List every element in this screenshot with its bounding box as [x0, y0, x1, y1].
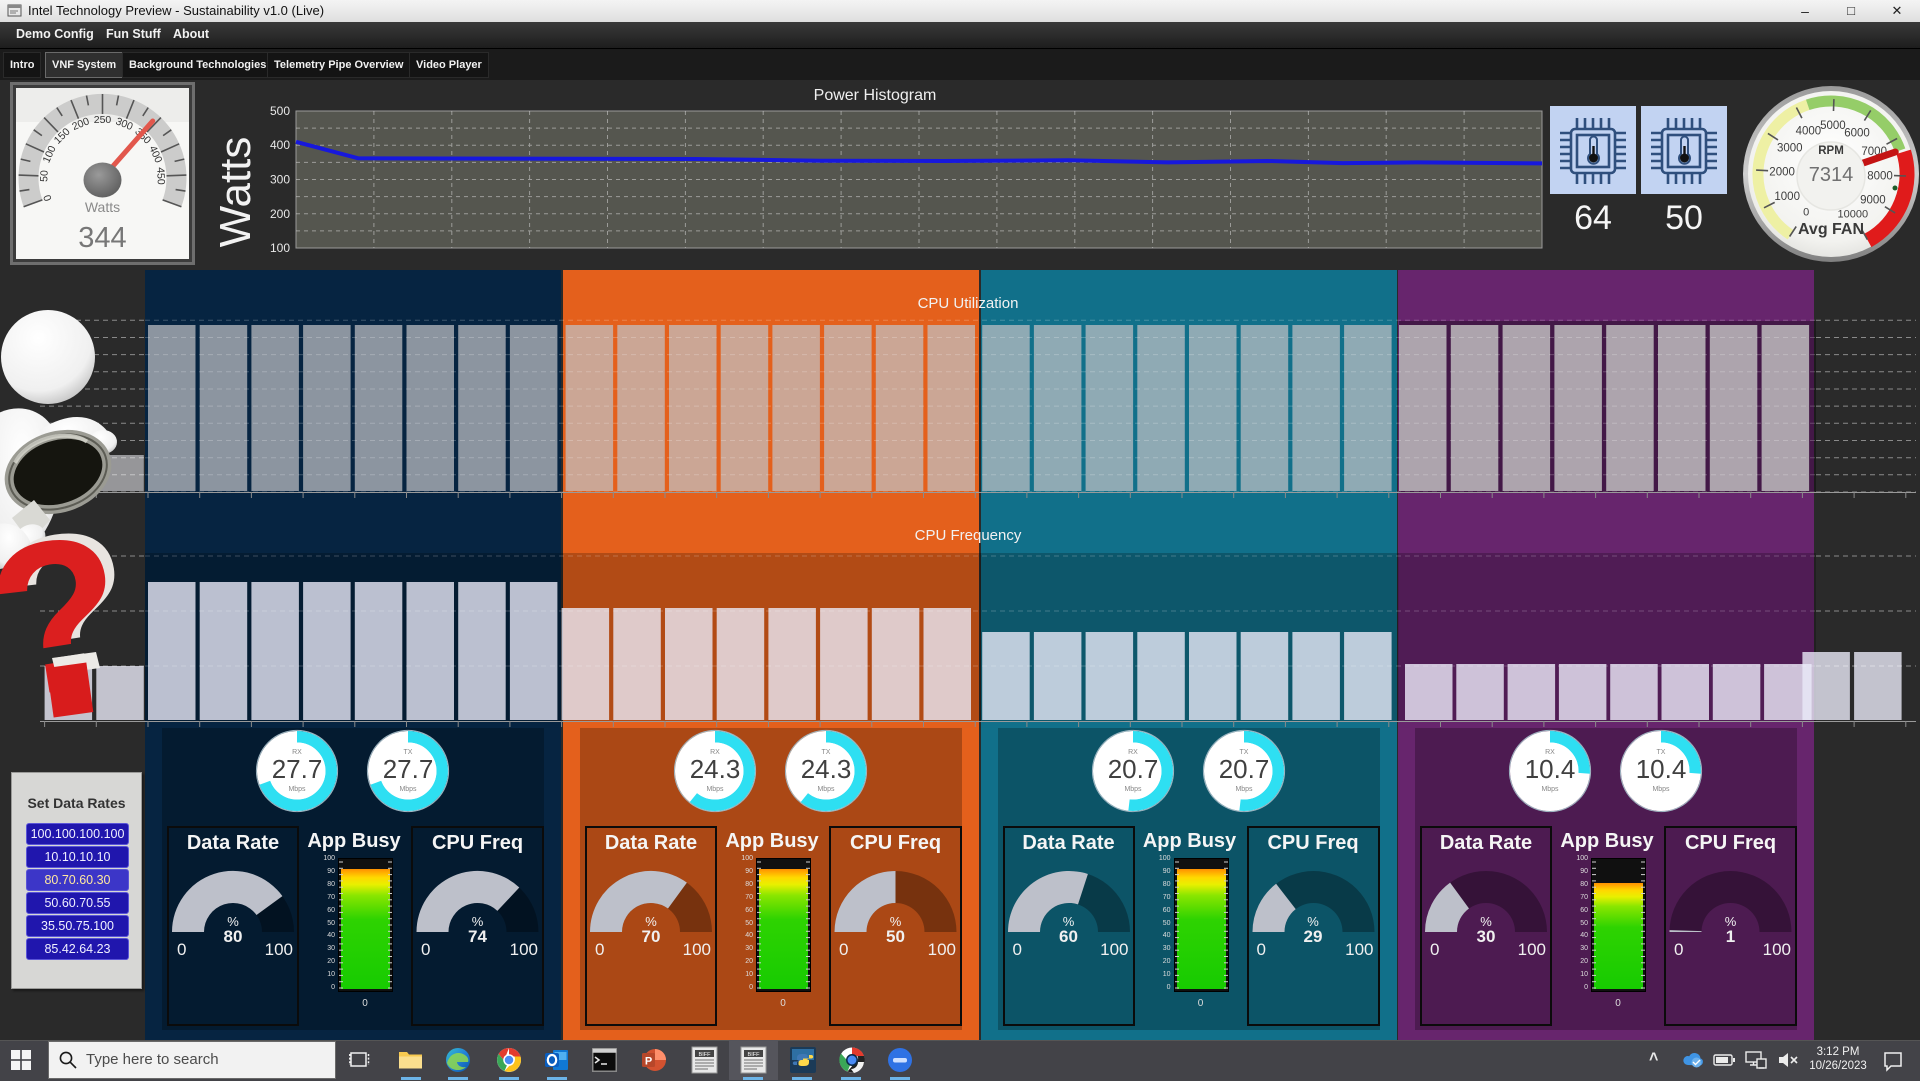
- svg-text:5000: 5000: [1820, 120, 1846, 132]
- svg-text:3000: 3000: [1777, 143, 1803, 155]
- svg-text:RPM: RPM: [1818, 145, 1844, 157]
- svg-text:50: 50: [38, 170, 50, 182]
- svg-text:300: 300: [270, 173, 290, 187]
- svg-text:27.7: 27.7: [272, 754, 323, 784]
- svg-text:10.4: 10.4: [1525, 754, 1576, 784]
- svg-text:10000: 10000: [1838, 208, 1869, 220]
- svg-text:BIFF: BIFF: [748, 1052, 761, 1058]
- svg-text:0: 0: [1803, 207, 1809, 219]
- svg-text:200: 200: [270, 207, 290, 221]
- svg-text:500: 500: [270, 104, 290, 118]
- svg-text:P: P: [645, 1056, 652, 1068]
- svg-text:1000: 1000: [1774, 191, 1800, 203]
- svg-text:20.7: 20.7: [1107, 754, 1158, 784]
- svg-text:20.7: 20.7: [1218, 754, 1269, 784]
- svg-text:Mbps: Mbps: [399, 786, 417, 793]
- svg-text:250: 250: [94, 114, 112, 126]
- svg-text:Mbps: Mbps: [288, 786, 306, 793]
- svg-text:Mbps: Mbps: [1652, 786, 1670, 793]
- svg-text:CPU Frequency: CPU Frequency: [915, 527, 1022, 544]
- svg-text:Mbps: Mbps: [1541, 786, 1559, 793]
- svg-text:9000: 9000: [1860, 194, 1886, 206]
- svg-text:Mbps: Mbps: [1235, 786, 1253, 793]
- svg-text:Watts: Watts: [85, 199, 120, 215]
- svg-text:Mbps: Mbps: [1124, 786, 1142, 793]
- svg-text:BIFF: BIFF: [699, 1052, 712, 1058]
- svg-text:400: 400: [270, 138, 290, 152]
- svg-text:CPU Utilization: CPU Utilization: [918, 295, 1019, 312]
- svg-text:2000: 2000: [1769, 166, 1795, 178]
- svg-text:Mbps: Mbps: [706, 786, 724, 793]
- svg-text:24.3: 24.3: [801, 754, 852, 784]
- svg-text:7314: 7314: [1809, 164, 1854, 186]
- svg-text:24.3: 24.3: [690, 754, 741, 784]
- svg-text:Mbps: Mbps: [817, 786, 835, 793]
- svg-text:100: 100: [270, 241, 290, 255]
- svg-text:Avg FAN: Avg FAN: [1798, 221, 1864, 238]
- svg-text:8000: 8000: [1867, 170, 1893, 182]
- svg-text:6000: 6000: [1844, 127, 1870, 139]
- svg-text:27.7: 27.7: [383, 754, 434, 784]
- svg-text:450: 450: [154, 167, 167, 185]
- svg-text:10.4: 10.4: [1636, 754, 1687, 784]
- svg-text:344: 344: [78, 222, 126, 254]
- svg-text:4000: 4000: [1796, 126, 1822, 138]
